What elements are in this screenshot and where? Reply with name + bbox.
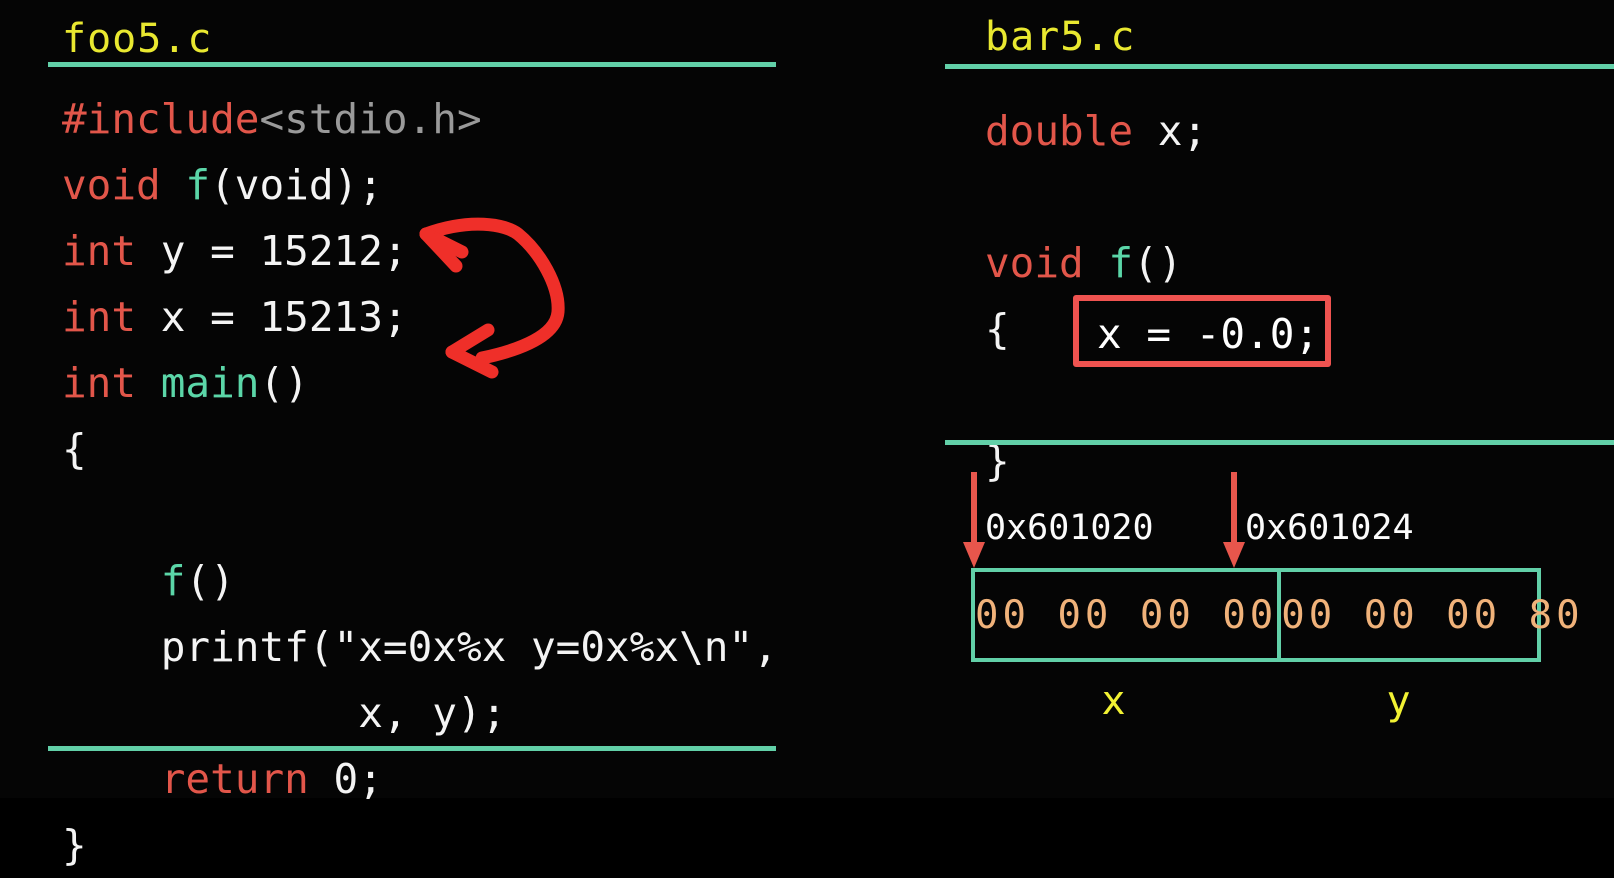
code-line-printf-args: x, y); xyxy=(62,680,778,746)
code-line-blank-1 xyxy=(62,482,778,548)
code-token: printf("x=0x%x y=0x%x\n", xyxy=(62,623,778,671)
code-token: return xyxy=(160,755,309,803)
memory-layout-box: 00 00 00 00 00 00 00 80 xyxy=(971,568,1580,662)
code-token: x; xyxy=(1133,107,1208,155)
memory-cell-x: 00 00 00 00 xyxy=(975,592,1278,638)
code-token: void xyxy=(985,239,1109,287)
foo5-title-divider xyxy=(48,62,776,67)
bar5-section-divider xyxy=(945,440,1614,445)
address-pointer-arrow-y xyxy=(1223,472,1245,568)
bar5-panel: bar5.c double x; void f() { } x = -0.0; 0… xyxy=(945,0,1614,798)
code-token: () xyxy=(185,557,235,605)
foo5-file-title: foo5.c xyxy=(62,16,213,62)
code-token: 0; xyxy=(308,755,383,803)
code-token: double xyxy=(985,107,1134,155)
code-line-int-x: int x = 15213; xyxy=(62,284,778,350)
code-line-void-f-def: void f() xyxy=(985,230,1207,296)
address-label-x: 0x601020 xyxy=(985,508,1154,548)
code-token: void xyxy=(62,161,186,209)
code-token: () xyxy=(1133,239,1183,287)
code-line-call-f: f() xyxy=(62,548,778,614)
code-line-close-brace-r: } xyxy=(985,428,1207,494)
code-line-double-x: double x; xyxy=(985,98,1207,164)
code-line-close-brace: } xyxy=(62,812,778,878)
code-token: (void); xyxy=(210,161,383,209)
code-token: } xyxy=(62,821,87,869)
code-line-include: #include<stdio.h> xyxy=(62,86,778,152)
foo5-code-block: #include<stdio.h> void f(void); int y = 15… xyxy=(62,86,778,878)
highlighted-statement: x = -0.0; xyxy=(1097,310,1320,358)
code-token: main xyxy=(160,359,260,407)
memory-cell-y: 00 00 00 80 xyxy=(1277,572,1583,658)
code-line-void-f-decl: void f(void); xyxy=(62,152,778,218)
code-token: f xyxy=(185,161,211,209)
address-pointer-arrow-x xyxy=(963,472,985,568)
code-token: { xyxy=(62,425,87,473)
foo5-panel: foo5.c #include<stdio.h> void f(void); int… xyxy=(0,0,900,869)
memory-var-label-y: y xyxy=(1386,678,1411,724)
code-line-int-main: int main() xyxy=(62,350,778,416)
code-line-assign-slot xyxy=(985,362,1207,428)
code-token: () xyxy=(259,359,309,407)
code-token: int xyxy=(62,227,137,275)
code-line-open-brace: { xyxy=(62,416,778,482)
code-token: x, y); xyxy=(62,689,507,737)
code-token: f xyxy=(1108,239,1134,287)
code-token: #include xyxy=(62,95,260,143)
address-label-y: 0x601024 xyxy=(1245,508,1414,548)
memory-var-label-x: x xyxy=(1101,678,1126,724)
foo5-bottom-divider xyxy=(48,746,776,751)
code-line-int-y: int y = 15212; xyxy=(62,218,778,284)
code-token: y = 15212; xyxy=(136,227,408,275)
code-token: int xyxy=(62,359,161,407)
code-token: { xyxy=(985,305,1010,353)
code-token: f xyxy=(160,557,186,605)
code-line-blank-a xyxy=(985,164,1207,230)
code-line-printf: printf("x=0x%x y=0x%x\n", xyxy=(62,614,778,680)
bar5-file-title: bar5.c xyxy=(985,14,1136,60)
code-line-return: return 0; xyxy=(62,746,778,812)
bar5-title-divider xyxy=(945,64,1614,69)
code-token: x = 15213; xyxy=(136,293,408,341)
slide-root: foo5.c #include<stdio.h> void f(void); int… xyxy=(0,0,1614,869)
code-token: int xyxy=(62,293,137,341)
code-token: <stdio.h> xyxy=(259,95,482,143)
